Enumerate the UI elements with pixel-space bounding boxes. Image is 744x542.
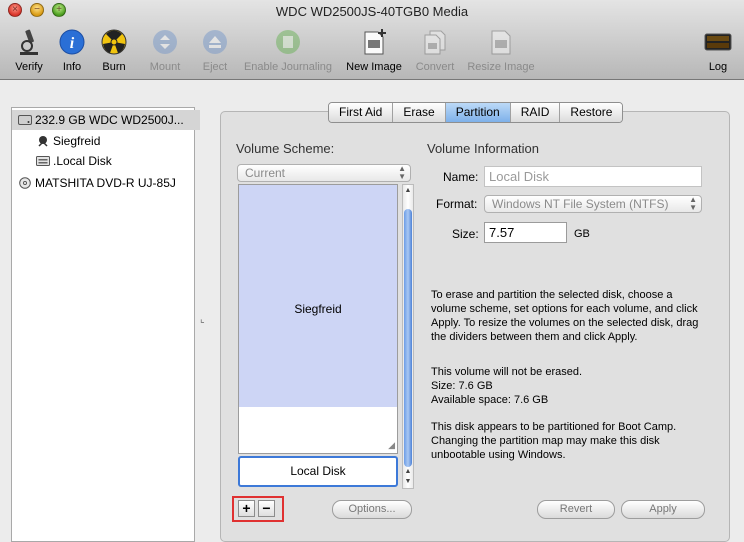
boot-camp-warning-text: This disk appears to be partitioned for … (431, 421, 677, 461)
window-toolbar: × − + WDC WD2500JS-40TGB0 Media Verify i… (0, 0, 744, 80)
size-label: Size: (452, 227, 479, 241)
new-image-icon (364, 29, 386, 55)
size-unit-label: GB (574, 228, 590, 240)
toolbar-verify-button[interactable]: Verify (8, 28, 50, 76)
volume-name-field[interactable]: Local Disk (484, 166, 702, 187)
options-button[interactable]: Options... (332, 500, 412, 519)
status-line: Available space: 7.6 GB (431, 394, 549, 406)
scrollbar-thumb[interactable] (404, 209, 412, 467)
toolbar-enable-journaling-button[interactable]: Enable Journaling (240, 28, 336, 76)
apply-button[interactable]: Apply (621, 500, 705, 519)
scroll-up-arrow-icon[interactable]: ▲ (403, 187, 413, 194)
optical-drive-icon (19, 177, 31, 189)
toolbar-burn-button[interactable]: Burn (96, 28, 132, 76)
select-arrows-icon: ▲ ▼ (689, 195, 697, 212)
sidebar-item-disk[interactable]: 232.9 GB WDC WD2500J... (12, 110, 200, 130)
partition-block-siegfreid[interactable]: Siegfreid (239, 185, 397, 407)
partition-map-scrollbar[interactable]: ▲ ▲ ▼ (402, 184, 414, 489)
hard-drive-icon (18, 115, 32, 125)
mount-icon (153, 30, 177, 54)
tab-bar: First Aid Erase Partition RAID Restore (328, 102, 624, 123)
tab-erase[interactable]: Erase (393, 103, 446, 122)
partition-block-local-disk[interactable]: Local Disk (238, 456, 398, 487)
volume-information-title: Volume Information (427, 141, 540, 156)
toolbar-resize-image-button[interactable]: Resize Image (464, 28, 538, 76)
volume-status-text: This volume will not be erased. Size: 7.… (431, 365, 711, 407)
name-label: Name: (443, 170, 479, 184)
tab-raid[interactable]: RAID (510, 103, 561, 122)
log-icon (704, 33, 732, 51)
microscope-icon (20, 29, 38, 55)
device-list-sidebar[interactable]: 232.9 GB WDC WD2500J... Siegfreid .Local… (11, 107, 200, 542)
volume-icon (38, 136, 48, 147)
toolbar-eject-button[interactable]: Eject (196, 28, 234, 76)
volume-icon (36, 156, 50, 166)
burn-icon (101, 29, 127, 55)
sidebar-item-label: MATSHITA DVD-R UJ-85J (35, 176, 176, 190)
eject-icon (203, 30, 227, 54)
scroll-up-arrow-icon[interactable]: ▲ (403, 468, 413, 475)
resize-grip-icon[interactable]: ◢ (388, 440, 395, 451)
journal-icon (276, 30, 300, 54)
partition-map[interactable]: Siegfreid ◢ (238, 184, 398, 454)
volume-format-select[interactable]: Windows NT File System (NTFS) ▲ ▼ (484, 195, 702, 213)
tab-first-aid[interactable]: First Aid (329, 103, 394, 122)
sidebar-item-local-disk[interactable]: .Local Disk (12, 151, 218, 171)
sidebar-item-label: Siegfreid (53, 134, 101, 148)
sidebar-item-dvd-drive[interactable]: MATSHITA DVD-R UJ-85J (12, 173, 200, 193)
volume-scheme-select[interactable]: Current ▲ ▼ (237, 164, 411, 182)
resize-image-icon (491, 30, 511, 55)
svg-text:i: i (70, 35, 75, 52)
remove-partition-button[interactable]: − (258, 500, 275, 517)
sidebar-item-siegfreid[interactable]: Siegfreid (12, 131, 218, 151)
status-line: This volume will not be erased. (431, 366, 583, 378)
revert-button[interactable]: Revert (537, 500, 615, 519)
sidebar-item-label: .Local Disk (53, 154, 112, 168)
volume-format-select-value: Windows NT File System (NTFS) (492, 197, 669, 211)
toolbar-log-button[interactable]: Log (700, 28, 736, 76)
format-label: Format: (436, 197, 478, 211)
tab-partition[interactable]: Partition (445, 103, 511, 122)
convert-icon (424, 30, 446, 55)
tab-restore[interactable]: Restore (560, 103, 623, 122)
toolbar-info-button[interactable]: i Info (54, 28, 90, 76)
add-partition-button[interactable]: + (238, 500, 255, 517)
split-view-divider-handle[interactable]: ⌞ (200, 314, 205, 325)
scroll-down-arrow-icon[interactable]: ▼ (403, 478, 413, 485)
toolbar-mount-button[interactable]: Mount (144, 28, 186, 76)
partition-label: Siegfreid (294, 302, 342, 316)
volume-size-field[interactable]: 7.57 (484, 222, 567, 243)
partition-instructions-text: To erase and partition the selected disk… (431, 289, 699, 343)
sidebar-item-label: 232.9 GB WDC WD2500J... (35, 113, 184, 127)
select-arrows-icon: ▲ ▼ (398, 164, 406, 181)
volume-scheme-title: Volume Scheme: (236, 141, 335, 156)
toolbar-convert-button[interactable]: Convert (412, 28, 458, 76)
volume-scheme-select-value: Current (245, 166, 286, 180)
info-icon: i (59, 29, 85, 55)
status-line: Size: 7.6 GB (431, 380, 493, 392)
partition-label: Local Disk (290, 464, 346, 478)
toolbar-new-image-button[interactable]: New Image (342, 28, 406, 76)
window-title: WDC WD2500JS-40TGB0 Media (275, 4, 469, 19)
